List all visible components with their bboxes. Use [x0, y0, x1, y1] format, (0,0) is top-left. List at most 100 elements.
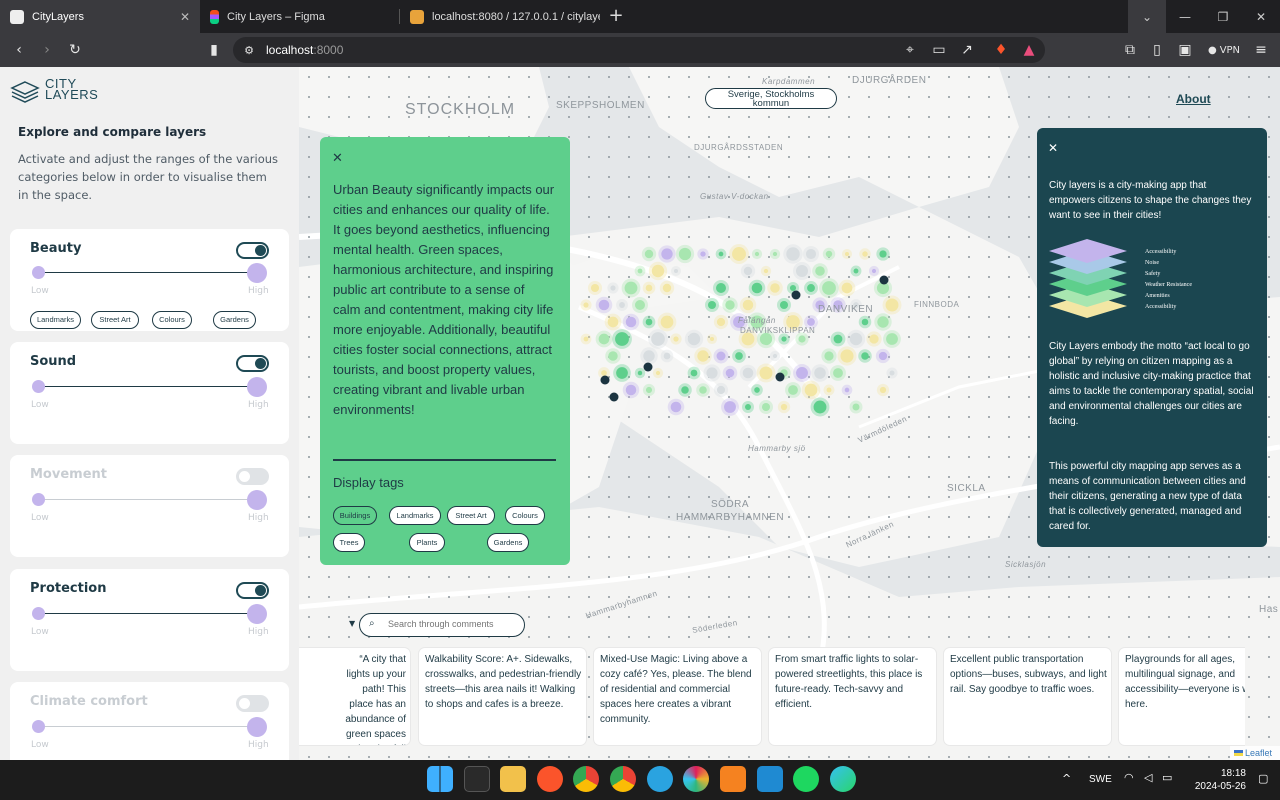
tab-citylayers[interactable]: CityLayers ✕	[0, 0, 200, 33]
heat-dot[interactable]	[697, 350, 709, 362]
volume-icon[interactable]: ◁	[1144, 771, 1152, 784]
range-low-handle[interactable]	[32, 380, 45, 393]
heat-dot[interactable]	[732, 247, 746, 261]
heat-dot[interactable]	[678, 247, 692, 261]
heat-dot[interactable]	[662, 283, 672, 293]
heat-dot[interactable]	[690, 369, 698, 377]
heat-dot[interactable]	[754, 251, 760, 257]
heat-dot[interactable]	[886, 333, 898, 345]
heat-dot[interactable]	[795, 264, 809, 278]
comment-search[interactable]: ⌕	[359, 613, 525, 637]
heat-dot[interactable]	[643, 350, 655, 362]
edge-icon[interactable]	[830, 766, 856, 792]
heat-dot[interactable]	[763, 268, 769, 274]
back-icon[interactable]: ‹	[8, 33, 30, 67]
comment-marker[interactable]	[609, 392, 619, 402]
heat-dot[interactable]	[761, 402, 771, 412]
comment-marker[interactable]	[775, 372, 785, 382]
heat-dot[interactable]	[862, 251, 868, 257]
heat-dot[interactable]	[889, 370, 895, 376]
comment-marker[interactable]	[879, 275, 889, 285]
city-layers-logo[interactable]: CITY LAYERS	[45, 77, 98, 101]
heat-dot[interactable]	[807, 284, 815, 292]
about-link[interactable]: About	[1176, 92, 1211, 106]
heat-dot[interactable]	[634, 299, 646, 311]
tab-search-chevron-icon[interactable]: ⌄	[1128, 0, 1166, 33]
range-low-handle[interactable]	[32, 720, 45, 733]
heat-dot[interactable]	[716, 385, 726, 395]
range-high-handle[interactable]	[247, 377, 267, 397]
telegram-icon[interactable]	[647, 766, 673, 792]
system-clock[interactable]: 18:18 2024-05-26	[1188, 767, 1246, 793]
wallet-icon[interactable]: ▣	[1176, 33, 1194, 67]
sound-toggle[interactable]	[236, 355, 269, 372]
display-tag-landmarks[interactable]: Landmarks	[389, 506, 441, 525]
minimize-button[interactable]: —	[1166, 0, 1204, 33]
heat-dot[interactable]	[700, 251, 706, 257]
menu-icon[interactable]: ≡	[1252, 33, 1270, 67]
heat-dot[interactable]	[645, 386, 653, 394]
cast-icon[interactable]: ▭	[930, 33, 948, 67]
heat-dot[interactable]	[878, 351, 888, 361]
restore-button[interactable]: ❐	[1204, 0, 1242, 33]
battery-icon[interactable]: ▭	[1162, 771, 1172, 784]
climate-comfort-toggle[interactable]	[236, 695, 269, 712]
comment-card[interactable]: From smart traffic lights to solar-power…	[769, 648, 936, 745]
heat-dot[interactable]	[655, 370, 661, 376]
heat-dot[interactable]	[796, 367, 808, 379]
comment-card[interactable]: Walkability Score: A+. Sidewalks, crossw…	[419, 648, 586, 745]
display-tag-buildings[interactable]: Buildings	[333, 506, 377, 525]
close-icon[interactable]: ✕	[1048, 141, 1058, 155]
brave-browser-icon[interactable]	[537, 766, 563, 792]
share-icon[interactable]: ↗	[958, 33, 976, 67]
heat-dot[interactable]	[601, 370, 607, 376]
new-tab-button[interactable]: +	[606, 0, 626, 33]
beauty-toggle[interactable]	[236, 242, 269, 259]
heat-dot[interactable]	[789, 284, 797, 292]
heat-dot[interactable]	[833, 334, 843, 344]
heat-dot[interactable]	[645, 318, 653, 326]
heat-dot[interactable]	[608, 351, 618, 361]
heat-dot[interactable]	[841, 282, 853, 294]
heat-dot[interactable]	[824, 351, 834, 361]
heat-dot[interactable]	[743, 266, 753, 276]
tag-chip-gardens[interactable]: Gardens	[213, 311, 256, 329]
heat-dot[interactable]	[772, 251, 778, 257]
heat-dot[interactable]	[853, 268, 859, 274]
tab-phpmyadmin[interactable]: localhost:8080 / 127.0.0.1 / citylayers	[400, 0, 600, 33]
heat-dot[interactable]	[687, 332, 701, 346]
tag-chip-colours[interactable]: Colours	[152, 311, 192, 329]
comment-marker[interactable]	[600, 375, 610, 385]
display-tag-colours[interactable]: Colours	[505, 506, 545, 525]
chrome-icon[interactable]	[610, 766, 636, 792]
heat-dot[interactable]	[724, 401, 736, 413]
heat-dot[interactable]	[660, 315, 674, 329]
heat-dot[interactable]	[607, 316, 619, 328]
heat-dot[interactable]	[583, 302, 589, 308]
spotify-icon[interactable]	[793, 766, 819, 792]
leaflet-attribution[interactable]: Leaflet	[1230, 746, 1280, 760]
heat-dot[interactable]	[759, 366, 773, 380]
movement-toggle[interactable]	[236, 468, 269, 485]
xampp-icon[interactable]	[720, 766, 746, 792]
heat-dot[interactable]	[877, 316, 889, 328]
heat-dot[interactable]	[844, 387, 850, 393]
heat-dot[interactable]	[807, 318, 815, 326]
heat-dot[interactable]	[849, 332, 863, 346]
tab-figma[interactable]: City Layers – Figma	[200, 0, 400, 33]
heat-dot[interactable]	[822, 281, 836, 295]
close-icon[interactable]: ✕	[332, 151, 343, 166]
heat-dot[interactable]	[825, 250, 833, 258]
heat-dot[interactable]	[754, 387, 760, 393]
forward-icon[interactable]: ›	[36, 33, 58, 67]
heat-dot[interactable]	[663, 352, 671, 360]
collapse-arrow-icon[interactable]: ▼	[349, 619, 355, 628]
display-tag-trees[interactable]: Trees	[333, 533, 365, 552]
tray-overflow-icon[interactable]: ^	[1062, 772, 1071, 785]
heat-dot[interactable]	[725, 368, 735, 378]
comment-marker[interactable]	[643, 362, 653, 372]
comment-card[interactable]: Mixed-Use Magic: Living above a cozy caf…	[594, 648, 761, 745]
heat-dot[interactable]	[844, 251, 850, 257]
display-tag-gardens[interactable]: Gardens	[487, 533, 529, 552]
heat-dot[interactable]	[590, 283, 600, 293]
